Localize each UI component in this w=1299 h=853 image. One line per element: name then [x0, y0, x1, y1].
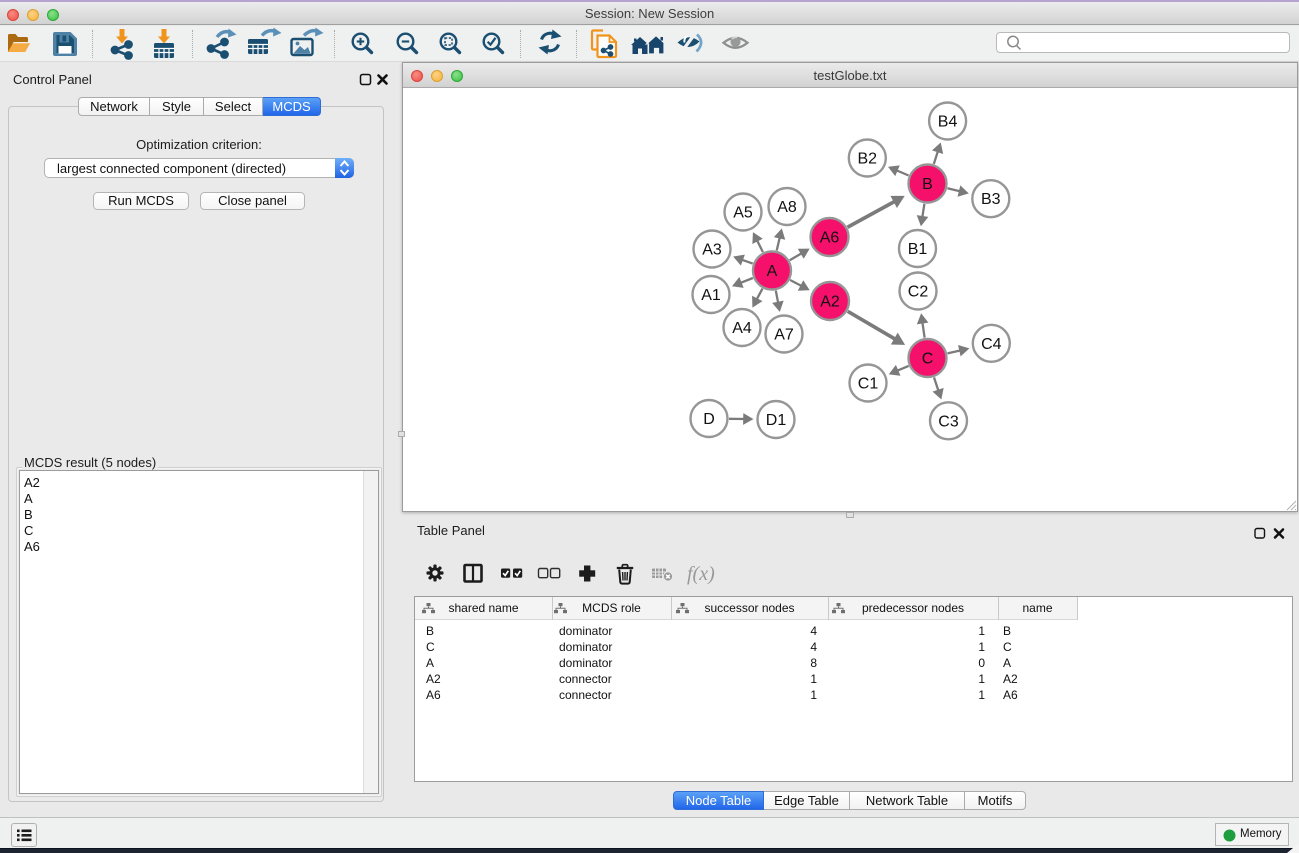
- svg-text:C3: C3: [938, 413, 959, 430]
- svg-text:B1: B1: [908, 241, 928, 258]
- svg-text:C4: C4: [981, 336, 1002, 353]
- svg-text:C2: C2: [908, 284, 929, 301]
- svg-text:A1: A1: [701, 287, 721, 304]
- svg-text:C1: C1: [858, 376, 879, 393]
- svg-text:A7: A7: [774, 327, 794, 344]
- svg-text:C: C: [922, 351, 934, 368]
- svg-text:A: A: [767, 263, 778, 280]
- svg-text:D1: D1: [766, 412, 787, 429]
- svg-text:A4: A4: [732, 320, 752, 337]
- svg-text:A3: A3: [702, 242, 722, 259]
- svg-text:A8: A8: [777, 199, 797, 216]
- svg-text:f(x): f(x): [687, 563, 715, 585]
- svg-text:A6: A6: [820, 230, 840, 247]
- svg-text:A2: A2: [820, 294, 840, 311]
- svg-text:B: B: [922, 176, 933, 193]
- svg-text:D: D: [703, 411, 715, 428]
- svg-text:A5: A5: [733, 205, 753, 222]
- svg-text:B4: B4: [938, 114, 958, 131]
- svg-text:B2: B2: [858, 151, 878, 168]
- svg-text:B3: B3: [981, 191, 1001, 208]
